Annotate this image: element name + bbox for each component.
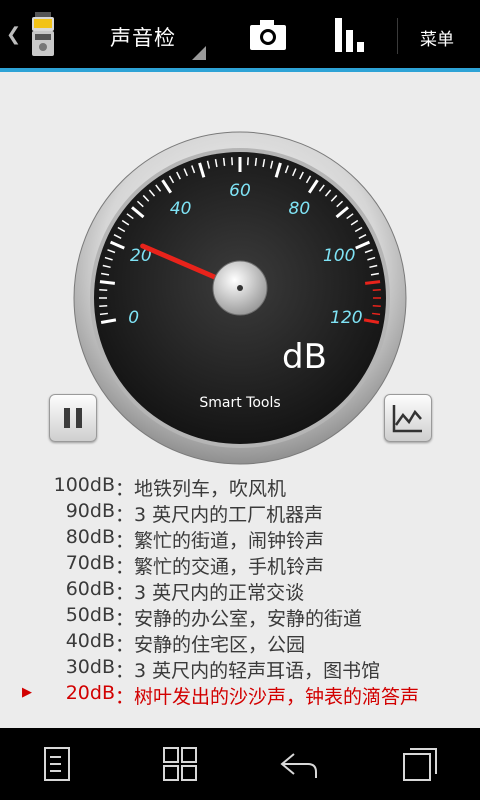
gauge-tick-label: 0 xyxy=(128,308,139,328)
reference-row: 30dB ：3 英尺内的轻声耳语，图书馆 xyxy=(0,656,480,682)
reference-description: ：3 英尺内的轻声耳语，图书馆 xyxy=(115,660,381,682)
action-bar-accent-line xyxy=(0,68,480,72)
gauge-tick xyxy=(99,312,108,316)
reference-description: ：安静的住宅区，公园 xyxy=(115,634,306,656)
reference-row: 90dB ：3 英尺内的工厂机器声 xyxy=(0,500,480,526)
recent-document-icon[interactable] xyxy=(37,746,77,782)
grid-icon[interactable] xyxy=(160,746,200,782)
gauge-tick-label: 120 xyxy=(330,308,362,328)
gauge-tick xyxy=(372,312,381,316)
action-bar: ❮ 声音检 菜单 xyxy=(0,0,480,68)
gauge-brand: Smart Tools xyxy=(199,395,280,411)
reference-db: 80dB xyxy=(65,526,115,548)
reference-db: 60dB xyxy=(65,578,115,600)
reference-description: ：地铁列车，吹风机 xyxy=(115,478,287,500)
gauge-unit: dB xyxy=(282,337,327,377)
sound-level-gauge: 020406080100120 dB Smart Tools xyxy=(73,131,407,465)
reference-row: ▶ 20dB ：树叶发出的沙沙声，钟表的滴答声 xyxy=(0,682,480,708)
reference-row: 40dB ：安静的住宅区，公园 xyxy=(0,630,480,656)
navigation-bar xyxy=(0,728,480,800)
pause-button[interactable] xyxy=(49,394,97,442)
bar-chart-icon[interactable] xyxy=(332,16,370,54)
menu-button[interactable]: 菜单 xyxy=(420,25,454,50)
current-level-marker-icon: ▶ xyxy=(22,685,32,700)
reference-db: 100dB xyxy=(53,474,115,496)
reference-description: ：安静的办公室，安静的街道 xyxy=(115,608,363,630)
gauge-tick-label: 80 xyxy=(289,199,311,219)
reference-db: 70dB xyxy=(65,552,115,574)
reference-description: ：树叶发出的沙沙声，钟表的滴答声 xyxy=(115,686,420,708)
gauge-tick-label: 60 xyxy=(229,181,251,201)
reference-db: 50dB xyxy=(65,604,115,626)
gauge-tick xyxy=(254,157,258,166)
recent-apps-icon[interactable] xyxy=(400,746,440,782)
camera-icon[interactable] xyxy=(248,18,288,52)
gauge-tick-label: 40 xyxy=(170,199,192,219)
line-graph-icon xyxy=(392,405,422,433)
reference-db: 40dB xyxy=(65,630,115,652)
reference-description: ：繁忙的交通，手机铃声 xyxy=(115,556,325,578)
gauge-tick xyxy=(99,280,116,285)
gauge-tick xyxy=(222,157,226,166)
back-chevron-icon[interactable]: ❮ xyxy=(6,24,21,45)
graph-button[interactable] xyxy=(384,394,432,442)
gauge-tick-label: 100 xyxy=(323,246,355,266)
reference-description: ：3 英尺内的工厂机器声 xyxy=(115,504,324,526)
spinner-dropdown-icon[interactable] xyxy=(192,46,206,60)
back-arrow-icon[interactable] xyxy=(278,746,318,782)
reference-row: 60dB ：3 英尺内的正常交谈 xyxy=(0,578,480,604)
reference-row: 80dB ：繁忙的街道，闹钟铃声 xyxy=(0,526,480,552)
reference-row: 50dB ：安静的办公室，安静的街道 xyxy=(0,604,480,630)
sound-meter-app-icon[interactable] xyxy=(30,12,56,58)
reference-db: 30dB xyxy=(65,656,115,678)
db-reference-list: 100dB ：地铁列车，吹风机 90dB ：3 英尺内的工厂机器声 80dB ：繁忙的街道… xyxy=(0,474,480,708)
reference-description: ：繁忙的街道，闹钟铃声 xyxy=(115,530,325,552)
action-bar-divider xyxy=(397,18,398,54)
app-title[interactable]: 声音检 xyxy=(110,22,176,52)
reference-row: 70dB ：繁忙的交通，手机铃声 xyxy=(0,552,480,578)
gauge-tick xyxy=(364,280,381,285)
reference-db: 20dB xyxy=(65,682,115,704)
reference-row: 100dB ：地铁列车，吹风机 xyxy=(0,474,480,500)
reference-description: ：3 英尺内的正常交谈 xyxy=(115,582,305,604)
reference-db: 90dB xyxy=(65,500,115,522)
